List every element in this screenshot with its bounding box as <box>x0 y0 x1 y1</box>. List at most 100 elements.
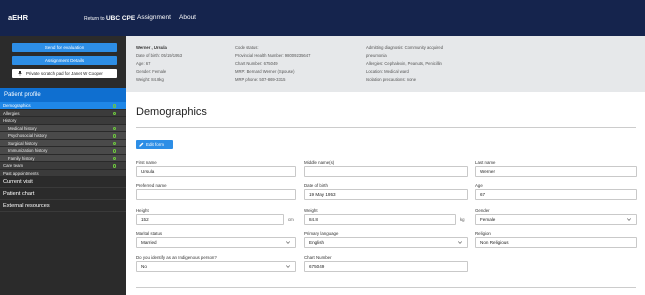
sidebar-item-family-history[interactable]: Family history <box>0 154 126 162</box>
sidebar-item-immunization-history[interactable]: Immunization history <box>0 147 126 155</box>
status-circle-icon <box>112 104 116 108</box>
height-field[interactable]: 152 <box>136 214 284 225</box>
title-divider <box>136 127 636 128</box>
first-name-field[interactable]: Ursula <box>136 166 296 177</box>
nav-assignment[interactable]: Assignment <box>137 14 171 21</box>
sidebar-item-label: Past appointments <box>3 170 39 176</box>
indigenous-select[interactable]: No <box>136 261 296 272</box>
first-name-label: First name <box>136 160 157 165</box>
chart-number-field[interactable]: 675049 <box>304 261 468 272</box>
sidebar-item-label: Immunization history <box>8 148 48 153</box>
sidebar-item-medical-history[interactable]: Medical history <box>0 124 126 132</box>
marital-status-select[interactable]: Married <box>136 237 296 248</box>
return-org: UBC CPE <box>105 15 136 22</box>
primary-language-select[interactable]: English <box>304 237 468 248</box>
return-link[interactable]: Return to UBC CPE <box>84 15 135 22</box>
chevron-down-icon <box>458 241 462 244</box>
assignment-details-button[interactable]: Assignment Details <box>12 56 117 65</box>
edit-form-label: Edit form <box>146 142 165 147</box>
religion-label: Religion <box>475 231 491 236</box>
last-name-field[interactable]: Werner <box>475 166 637 177</box>
chart-number-info: Chart Number: 675049 <box>235 61 278 66</box>
marital-status-value: Married <box>141 240 157 245</box>
sidebar-item-care-team[interactable]: Care team <box>0 162 126 170</box>
status-circle-icon <box>112 156 116 160</box>
allergies-info: Allergies: Cephalexin, Peanuts, Penicill… <box>366 61 442 66</box>
sidebar-item-history[interactable]: History <box>0 117 126 125</box>
status-circle-icon <box>112 111 116 115</box>
mrp-info: MRP: Bernard Werner (Spouse) <box>235 69 295 74</box>
age-label: Age <box>475 183 483 188</box>
sidebar-section-external-resources[interactable]: External resources <box>0 201 126 212</box>
send-for-evaluation-button[interactable]: Send for evaluation <box>12 43 117 52</box>
gender-select[interactable]: Female <box>475 214 637 225</box>
dob-field[interactable]: 19 May 1953 <box>304 189 468 200</box>
sidebar-item-psychosocial-history[interactable]: Psychosocial history <box>0 132 126 140</box>
return-prefix: Return to <box>84 16 106 22</box>
sidebar-section-patient-chart[interactable]: Patient chart <box>0 189 126 200</box>
chevron-down-icon <box>286 241 290 244</box>
sidebar-item-label: Family history <box>8 155 35 161</box>
age-field[interactable]: 67 <box>475 189 637 200</box>
patient-gender: Gender: Female <box>136 69 167 74</box>
status-circle-icon <box>112 126 116 130</box>
status-circle-icon <box>112 149 116 153</box>
location-info: Location: Medical ward <box>366 69 409 74</box>
patient-age: Age: 67 <box>136 61 151 66</box>
weight-label: Weight <box>304 208 318 213</box>
status-circle-icon <box>112 134 116 138</box>
gender-value: Female <box>480 217 496 222</box>
admitting-diagnosis: Admitting diagnosis: Community acquired <box>366 45 444 50</box>
patient-dob: Date of birth: 05/19/1953 <box>136 53 183 58</box>
dob-label: Date of birth <box>304 183 328 188</box>
nav-about[interactable]: About <box>179 14 196 21</box>
brand-logo[interactable]: aEHR <box>8 13 28 22</box>
indigenous-value: No <box>141 264 147 269</box>
patient-name: Werner , Ursula <box>136 45 167 50</box>
patient-banner: Werner , Ursula Date of birth: 05/19/195… <box>126 36 645 92</box>
marital-status-label: Marital status <box>136 231 163 236</box>
height-label: Height <box>136 208 149 213</box>
middle-name-field[interactable] <box>304 166 468 177</box>
health-number: Provincial Health Number: 98009235647 <box>235 53 311 58</box>
chevron-down-icon <box>286 265 290 268</box>
sidebar-item-label: Medical history <box>8 125 37 131</box>
middle-name-label: Middle name(s) <box>304 160 335 165</box>
gender-label: Gender <box>475 208 490 213</box>
chevron-down-icon <box>627 218 631 221</box>
last-name-label: Last name <box>475 160 496 165</box>
sidebar-item-demographics[interactable]: Demographics <box>0 102 126 110</box>
religion-field[interactable]: Non Religious <box>475 237 637 248</box>
main-content: Werner , Ursula Date of birth: 05/19/195… <box>126 36 645 295</box>
scratch-pad-label: Private scratch pad for Janet W Cooper <box>26 71 103 76</box>
admitting-diagnosis-cont: pneumonia <box>366 53 387 58</box>
weight-unit: kg <box>460 217 465 222</box>
edit-pencil-icon <box>139 142 144 147</box>
sidebar-item-surgical-history[interactable]: Surgical history <box>0 139 126 147</box>
status-circle-icon <box>112 164 116 168</box>
primary-language-label: Primary language <box>304 231 339 236</box>
weight-field[interactable]: 84.8 <box>304 214 456 225</box>
code-status: Code status: <box>235 45 259 50</box>
scratch-pad-button[interactable]: Private scratch pad for Janet W Cooper <box>12 69 117 78</box>
status-circle-icon <box>112 141 116 145</box>
preferred-name-field[interactable] <box>136 189 296 200</box>
sidebar-item-label: Allergies <box>3 110 20 116</box>
sidebar-item-label: Demographics <box>3 103 31 108</box>
isolation-info: Isolation precautions: none <box>366 77 417 82</box>
sidebar-item-label: History <box>3 118 17 123</box>
sidebar-item-past-appointments[interactable]: Past appointments <box>0 169 126 177</box>
edit-form-button[interactable]: Edit form <box>136 140 173 149</box>
sidebar-item-label: Care team <box>3 163 24 168</box>
sidebar-section-current-visit[interactable]: Current visit <box>0 177 126 188</box>
height-unit: cm <box>288 217 294 222</box>
indigenous-label: Do you identify as an Indigenous person? <box>136 255 217 260</box>
sidebar-item-allergies[interactable]: Allergies <box>0 109 126 117</box>
chart-number-label: Chart Number <box>304 255 332 260</box>
preferred-name-label: Preferred name <box>136 183 167 188</box>
pushpin-icon <box>18 71 22 76</box>
primary-language-value: English <box>309 240 325 245</box>
patient-profile-header[interactable]: Patient profile <box>0 88 126 102</box>
sidebar-item-label: Surgical history <box>8 140 38 146</box>
sidebar-item-label: Psychosocial history <box>8 133 47 138</box>
